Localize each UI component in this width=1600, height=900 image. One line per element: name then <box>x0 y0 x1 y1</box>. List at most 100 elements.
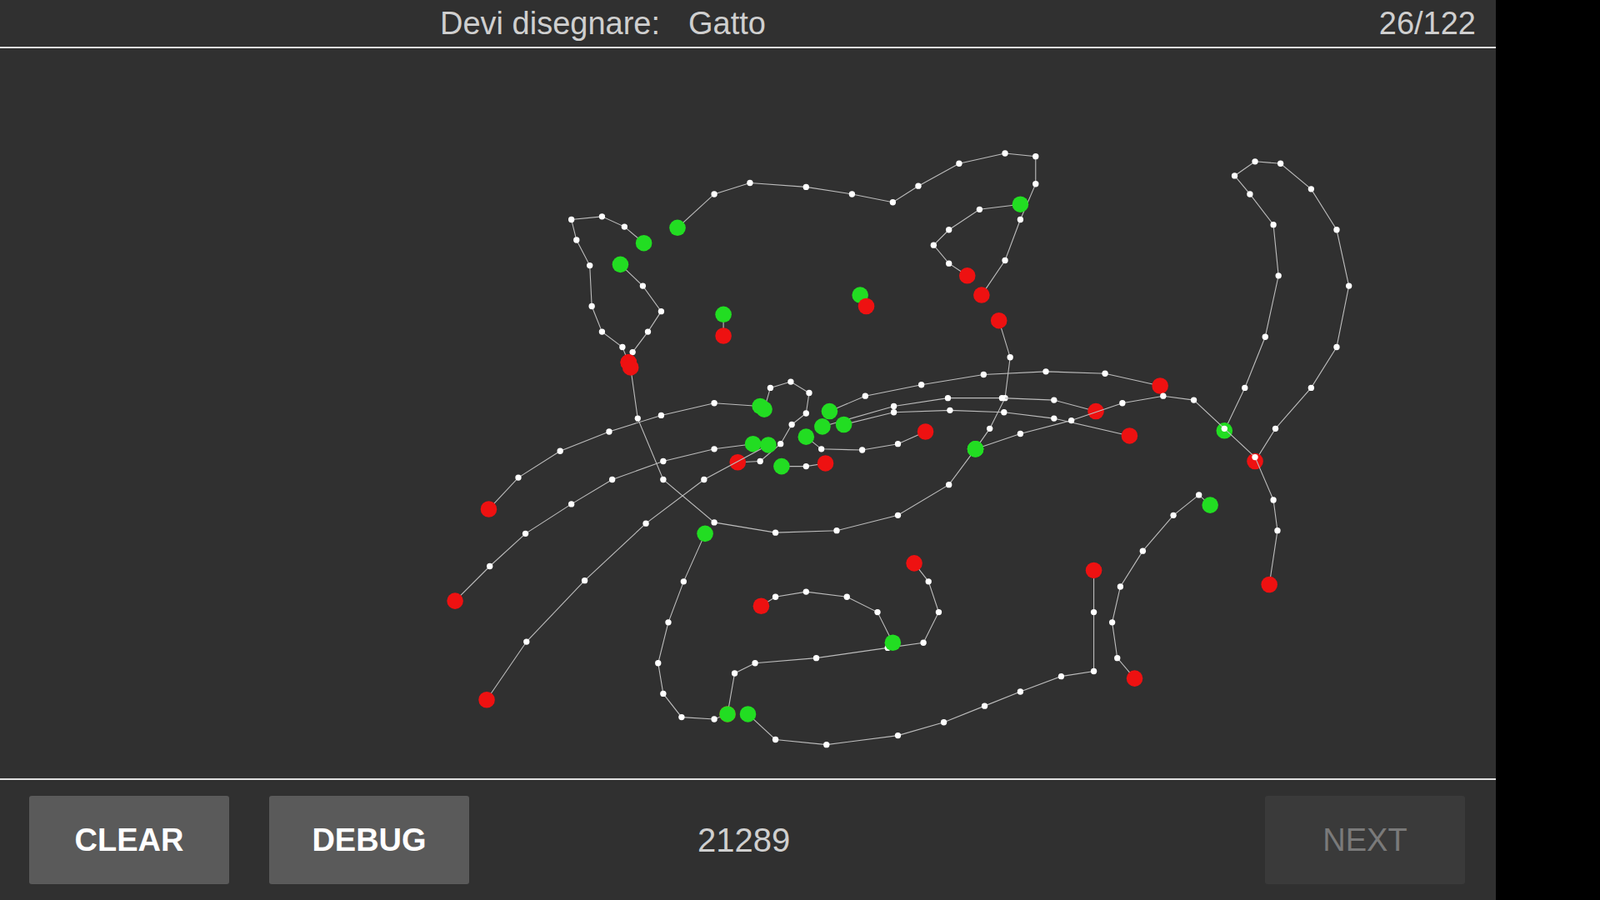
stroke-line <box>748 570 1095 745</box>
stroke-point <box>1270 221 1276 228</box>
stroke-end-dot <box>1121 427 1139 445</box>
stroke-line <box>658 533 728 720</box>
stroke-point <box>658 308 665 315</box>
stroke-line <box>760 591 893 643</box>
stroke <box>967 312 1014 458</box>
stroke-point <box>895 512 901 519</box>
stroke-point <box>1000 409 1007 415</box>
stroke-end-dot <box>753 597 770 615</box>
stroke-point <box>935 609 942 615</box>
stroke-end-dot <box>959 267 976 285</box>
stroke-point <box>945 260 952 266</box>
stroke <box>773 455 834 475</box>
stroke <box>1109 491 1219 687</box>
stroke-point <box>1109 619 1115 625</box>
stroke-end-dot <box>480 500 498 518</box>
stroke-point <box>890 403 897 410</box>
stroke-start-dot <box>1012 195 1030 213</box>
stroke-end-dot <box>622 359 640 376</box>
stroke <box>622 359 984 536</box>
stroke-point <box>1231 172 1238 179</box>
stroke-point <box>642 520 649 526</box>
stroke-point <box>746 180 753 186</box>
stroke-end-dot <box>858 298 875 315</box>
stroke-point <box>915 182 921 189</box>
stroke-point <box>890 199 896 205</box>
stroke-point <box>805 390 812 396</box>
stroke-point <box>1272 425 1279 432</box>
stroke-point <box>573 236 580 243</box>
stroke-end-dot <box>990 312 1008 330</box>
stroke <box>967 393 1281 594</box>
next-button[interactable]: NEXT <box>1265 795 1465 885</box>
stroke-point <box>515 474 521 480</box>
stroke-start-dot <box>1201 496 1219 514</box>
stroke-point <box>930 241 937 248</box>
stroke-end-dot <box>905 555 923 572</box>
stroke-point <box>946 407 953 414</box>
stroke-point <box>1042 368 1049 375</box>
stroke-point <box>940 719 947 725</box>
stroke-point <box>629 349 635 355</box>
stroke-start-dot <box>814 418 831 435</box>
stroke-point <box>1001 150 1008 156</box>
stroke-point <box>619 344 625 350</box>
stroke-point <box>788 421 795 428</box>
stroke-point <box>640 282 646 289</box>
stroke-point <box>710 400 717 406</box>
stroke-point <box>1275 272 1282 279</box>
stroke-point <box>1119 400 1125 406</box>
footer-button[interactable]: CLEAR <box>29 795 230 885</box>
stroke-point <box>787 378 794 385</box>
stroke-point <box>658 412 665 419</box>
stroke-point <box>1221 425 1228 432</box>
stroke-point <box>599 328 605 335</box>
stroke-line <box>844 410 1130 436</box>
stroke-end-dot <box>1085 562 1103 580</box>
stroke <box>1216 158 1353 470</box>
stroke <box>669 150 1039 304</box>
stroke-point <box>522 530 529 537</box>
drawing[interactable] <box>0 48 1496 779</box>
stroke-line <box>455 444 754 601</box>
stroke-start-dot <box>719 705 736 723</box>
prompt-label: Devi disegnare: <box>440 5 660 42</box>
stroke-end-dot <box>917 423 935 440</box>
stroke-point <box>1050 396 1057 403</box>
stroke-start-dot <box>740 705 757 723</box>
stroke-point <box>874 609 880 615</box>
stroke-point <box>1262 334 1269 340</box>
stroke-end-dot <box>729 454 746 471</box>
stroke-point <box>772 529 779 535</box>
stroke-end-dot <box>1087 403 1105 420</box>
stroke-point <box>1068 417 1075 424</box>
stroke-point <box>1032 153 1039 160</box>
stroke-line <box>486 445 769 700</box>
stroke-point <box>803 410 810 416</box>
stroke-end-dot <box>715 327 732 345</box>
stroke-point <box>568 500 575 507</box>
drawing-canvas[interactable] <box>0 48 1496 779</box>
prompt-word: Gatto <box>688 5 766 42</box>
stroke-point <box>1251 158 1258 165</box>
footer-button[interactable]: DEBUG <box>269 795 470 885</box>
stroke-end-dot <box>1246 453 1264 470</box>
stroke-point <box>1277 160 1284 167</box>
stroke <box>715 306 732 345</box>
stroke <box>480 398 769 518</box>
stroke-point <box>1308 385 1315 391</box>
stroke-start-dot <box>635 235 653 252</box>
stroke-point <box>568 216 575 223</box>
stroke-start-dot <box>797 428 815 445</box>
stroke-point <box>1274 527 1280 534</box>
stroke-point <box>1345 282 1352 289</box>
stroke-point <box>1050 415 1057 421</box>
stroke-point <box>1001 257 1008 264</box>
stroke-start-dot <box>967 440 985 458</box>
stroke-point <box>1007 354 1014 360</box>
stroke <box>814 395 1105 435</box>
stroke-point <box>813 655 820 661</box>
stroke-point <box>925 578 932 585</box>
progress-count: 26/122 <box>1379 5 1476 42</box>
stroke-point <box>710 445 717 452</box>
